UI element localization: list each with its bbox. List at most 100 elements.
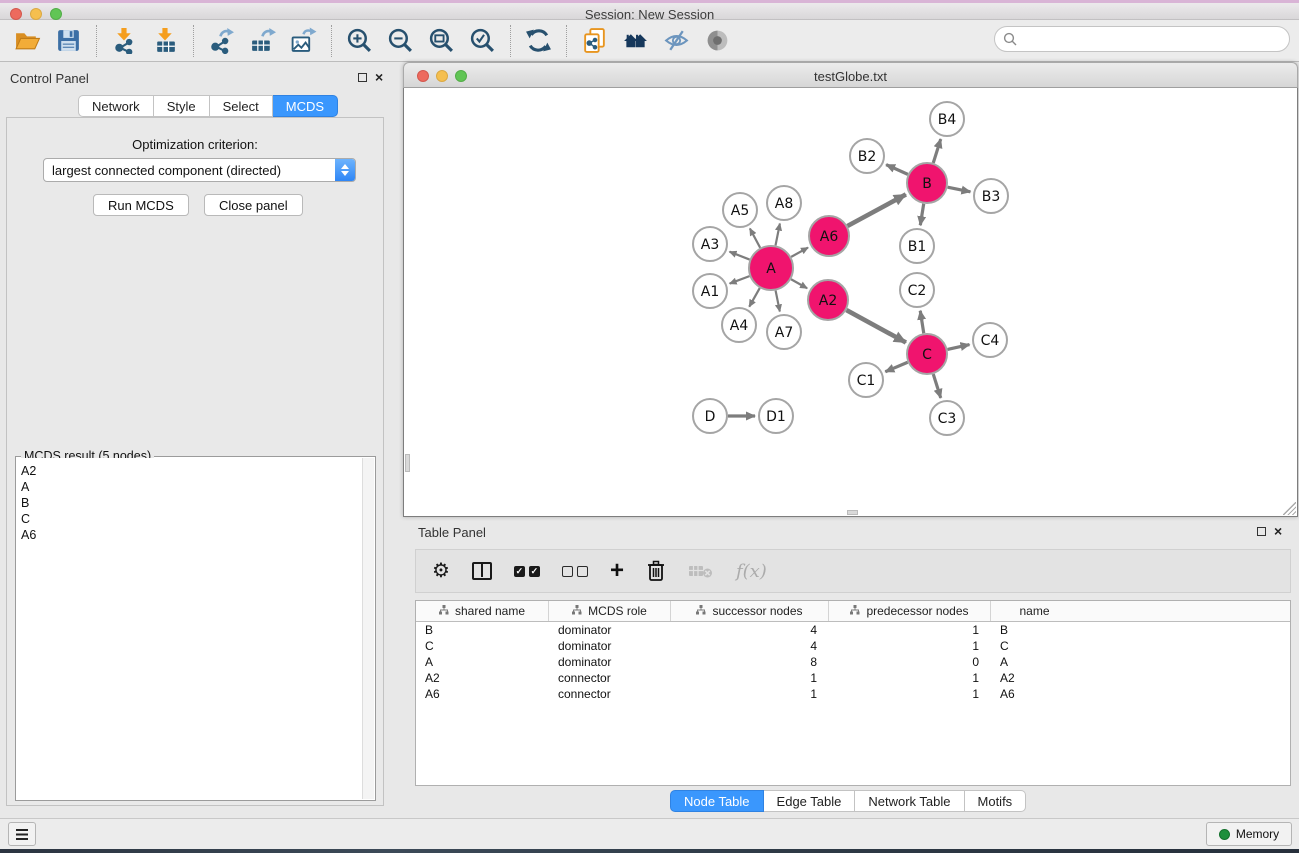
graph-node-A4[interactable]: A4 bbox=[722, 308, 756, 342]
table-cell[interactable]: 1 bbox=[829, 686, 991, 702]
show-all-icon[interactable] bbox=[704, 27, 731, 54]
column-header-MCDS-role[interactable]: MCDS role bbox=[549, 601, 671, 621]
memory-button[interactable]: Memory bbox=[1206, 822, 1292, 846]
graph-node-B3[interactable]: B3 bbox=[974, 179, 1008, 213]
function-builder-icon[interactable]: f(x) bbox=[736, 561, 767, 582]
delete-column-icon[interactable] bbox=[646, 560, 666, 582]
graph-node-D[interactable]: D bbox=[693, 399, 727, 433]
table-cell[interactable]: A2 bbox=[416, 670, 549, 686]
zoom-out-icon[interactable] bbox=[387, 27, 414, 54]
delete-table-icon[interactable] bbox=[688, 563, 714, 579]
table-cell[interactable]: 1 bbox=[829, 638, 991, 654]
table-row[interactable]: A6connector11A6 bbox=[416, 686, 1290, 702]
edge-A-A4[interactable] bbox=[749, 288, 759, 307]
result-scrollbar[interactable] bbox=[362, 458, 374, 799]
column-browser-icon[interactable] bbox=[472, 562, 492, 580]
tab-select[interactable]: Select bbox=[210, 95, 273, 117]
edge-C-C4[interactable] bbox=[947, 345, 969, 350]
column-header-shared-name[interactable]: shared name bbox=[416, 601, 549, 621]
tab-node-table[interactable]: Node Table bbox=[670, 790, 764, 812]
hide-selected-icon[interactable] bbox=[663, 27, 690, 54]
table-cell[interactable]: C bbox=[991, 638, 1078, 654]
edge-C-C1[interactable] bbox=[885, 362, 907, 372]
edge-A2-C[interactable] bbox=[846, 310, 905, 342]
refresh-icon[interactable] bbox=[525, 27, 552, 54]
network-vscrollbar-thumb[interactable] bbox=[405, 454, 410, 472]
search-field[interactable] bbox=[994, 26, 1290, 52]
table-cell[interactable]: dominator bbox=[549, 654, 671, 670]
edge-A-A8[interactable] bbox=[776, 224, 780, 246]
edge-B-B1[interactable] bbox=[920, 204, 923, 226]
tab-edge-table[interactable]: Edge Table bbox=[764, 790, 856, 812]
export-network-icon[interactable] bbox=[208, 27, 235, 54]
node-table[interactable]: shared nameMCDS rolesuccessor nodesprede… bbox=[415, 600, 1291, 786]
table-row[interactable]: A2connector11A2 bbox=[416, 670, 1290, 686]
tab-network[interactable]: Network bbox=[78, 95, 154, 117]
tab-mcds[interactable]: MCDS bbox=[273, 95, 338, 117]
add-column-icon[interactable]: + bbox=[610, 560, 624, 582]
table-cell[interactable]: A2 bbox=[991, 670, 1078, 686]
edge-A6-B[interactable] bbox=[847, 194, 905, 226]
deselect-all-icon[interactable] bbox=[562, 566, 588, 577]
column-header-name[interactable]: name bbox=[991, 601, 1078, 621]
table-cell[interactable]: 8 bbox=[671, 654, 829, 670]
network-window-titlebar[interactable]: testGlobe.txt bbox=[403, 62, 1298, 88]
import-network-icon[interactable] bbox=[111, 27, 138, 54]
result-item[interactable]: B bbox=[21, 495, 362, 511]
table-cell[interactable]: 4 bbox=[671, 622, 829, 638]
graph-node-B[interactable]: B bbox=[907, 163, 947, 203]
network-hscrollbar-thumb[interactable] bbox=[847, 510, 858, 515]
table-cell[interactable]: 1 bbox=[829, 670, 991, 686]
table-panel-float-icon[interactable] bbox=[1257, 527, 1266, 536]
import-table-icon[interactable] bbox=[152, 27, 179, 54]
graph-node-A2[interactable]: A2 bbox=[808, 280, 848, 320]
table-panel-close-icon[interactable]: × bbox=[1274, 526, 1282, 536]
edge-C-C3[interactable] bbox=[933, 374, 940, 398]
table-cell[interactable]: connector bbox=[549, 670, 671, 686]
edge-A-A7[interactable] bbox=[776, 291, 780, 312]
graph-node-C3[interactable]: C3 bbox=[930, 401, 964, 435]
open-file-icon[interactable] bbox=[14, 27, 41, 54]
network-canvas[interactable]: B4B2BB3A5A8A6A3B1AA1C2A2A4A7C4CC1C3DD1 bbox=[403, 88, 1298, 517]
graph-node-D1[interactable]: D1 bbox=[759, 399, 793, 433]
save-session-icon[interactable] bbox=[55, 27, 82, 54]
network-graph[interactable]: B4B2BB3A5A8A6A3B1AA1C2A2A4A7C4CC1C3DD1 bbox=[404, 88, 1297, 515]
close-panel-button[interactable]: Close panel bbox=[204, 194, 303, 216]
graph-node-A5[interactable]: A5 bbox=[723, 193, 757, 227]
column-header-successor-nodes[interactable]: successor nodes bbox=[671, 601, 829, 621]
edge-B-B3[interactable] bbox=[948, 187, 971, 192]
zoom-in-icon[interactable] bbox=[346, 27, 373, 54]
edge-B-B2[interactable] bbox=[886, 165, 908, 175]
zoom-fit-icon[interactable] bbox=[428, 27, 455, 54]
clone-network-icon[interactable] bbox=[581, 27, 608, 54]
graph-node-A7[interactable]: A7 bbox=[767, 315, 801, 349]
table-cell[interactable]: connector bbox=[549, 686, 671, 702]
graph-node-A[interactable]: A bbox=[749, 246, 793, 290]
table-cell[interactable]: 1 bbox=[671, 670, 829, 686]
control-panel-float-icon[interactable] bbox=[358, 73, 367, 82]
table-row[interactable]: Cdominator41C bbox=[416, 638, 1290, 654]
graph-node-A8[interactable]: A8 bbox=[767, 186, 801, 220]
export-image-icon[interactable] bbox=[290, 27, 317, 54]
table-cell[interactable]: B bbox=[991, 622, 1078, 638]
graph-node-B4[interactable]: B4 bbox=[930, 102, 964, 136]
graph-node-C[interactable]: C bbox=[907, 334, 947, 374]
table-cell[interactable]: dominator bbox=[549, 622, 671, 638]
edge-C-C2[interactable] bbox=[920, 311, 924, 334]
edge-A-A3[interactable] bbox=[730, 252, 750, 260]
export-table-icon[interactable] bbox=[249, 27, 276, 54]
table-settings-icon[interactable]: ⚙ bbox=[432, 561, 450, 581]
run-mcds-button[interactable]: Run MCDS bbox=[93, 194, 189, 216]
tab-style[interactable]: Style bbox=[154, 95, 210, 117]
table-row[interactable]: Bdominator41B bbox=[416, 622, 1290, 638]
table-cell[interactable]: 1 bbox=[829, 622, 991, 638]
result-item[interactable]: A6 bbox=[21, 527, 362, 543]
graph-node-C2[interactable]: C2 bbox=[900, 273, 934, 307]
table-cell[interactable]: A6 bbox=[991, 686, 1078, 702]
column-header-predecessor-nodes[interactable]: predecessor nodes bbox=[829, 601, 991, 621]
search-input[interactable] bbox=[1018, 29, 1289, 49]
edge-A-A2[interactable] bbox=[791, 279, 807, 288]
task-history-button[interactable] bbox=[8, 822, 36, 846]
table-row[interactable]: Adominator80A bbox=[416, 654, 1290, 670]
first-neighbors-icon[interactable] bbox=[622, 27, 649, 54]
